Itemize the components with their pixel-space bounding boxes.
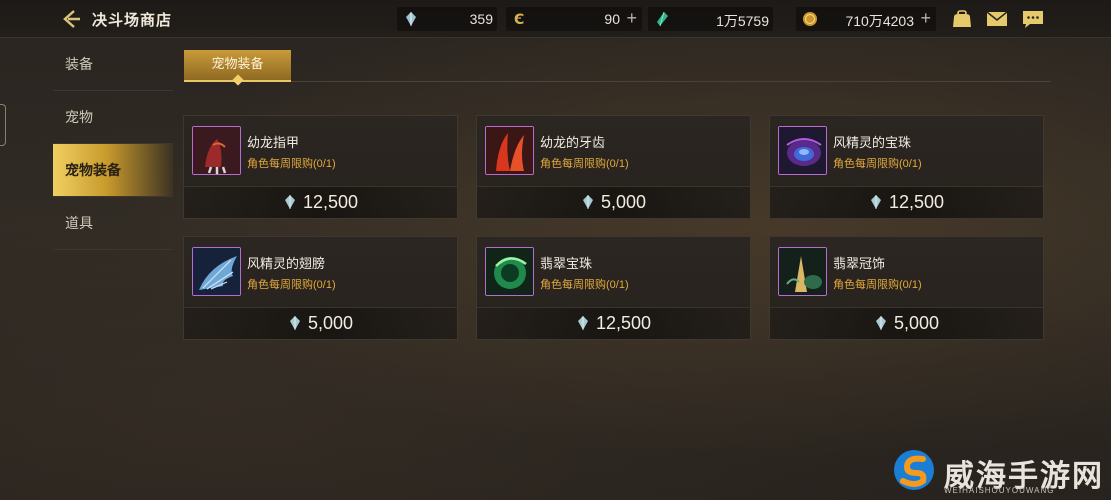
item-thumbnail (192, 247, 241, 296)
sidebar-item-pet[interactable]: 宠物 (53, 91, 173, 144)
purchase-limit: 角色每周限购(0/1) (247, 158, 336, 170)
green-gem-icon (657, 11, 668, 27)
currency-green-gem: 1万5759 (648, 7, 773, 31)
subtab-divider (184, 81, 1051, 82)
currency-value: 90 (604, 11, 620, 27)
sidebar-item-label: 宠物装备 (65, 162, 121, 178)
add-coin-button[interactable]: + (626, 8, 637, 29)
item-name: 翡翠宝珠 (540, 256, 593, 271)
top-bar: 决斗场商店 359 C 90 + 1万5759 710万4203 + (0, 0, 1111, 38)
sidebar-item-label: 装备 (65, 56, 93, 72)
currency-value: 359 (469, 11, 493, 27)
item-thumbnail (485, 247, 534, 296)
jade-orb-icon (486, 248, 533, 295)
price-value: 5,000 (893, 313, 940, 333)
coin-c-icon: C (514, 12, 524, 27)
purchase-limit: 角色每周限购(0/1) (833, 158, 922, 170)
shop-item-card[interactable]: 风精灵的翅膀 角色每周限购(0/1) 5,000 (183, 236, 458, 340)
crystal-icon (284, 195, 295, 209)
sidebar-item-label: 道具 (65, 215, 93, 231)
item-price[interactable]: 12,500 (477, 307, 750, 339)
crystal-icon (870, 195, 881, 209)
purchase-limit: 角色每周限购(0/1) (247, 279, 336, 291)
bag-icon[interactable] (950, 8, 974, 30)
crystal-icon (406, 12, 416, 26)
sidebar-item-equipment[interactable]: 装备 (53, 38, 173, 91)
mail-icon[interactable] (985, 8, 1009, 30)
wind-orb-icon (779, 127, 826, 174)
item-price[interactable]: 5,000 (477, 186, 750, 218)
jade-crown-icon (779, 248, 826, 295)
price-value: 5,000 (600, 192, 647, 212)
crystal-icon (875, 316, 886, 330)
dragon-tooth-icon (486, 127, 533, 174)
sidebar-item-pet-equipment[interactable]: 宠物装备 (53, 144, 173, 197)
side-drawer-handle[interactable] (0, 104, 6, 146)
crystal-icon (289, 316, 300, 330)
item-name: 风精灵的翅膀 (247, 256, 326, 271)
back-arrow-icon[interactable] (60, 8, 82, 30)
item-name: 翡翠冠饰 (833, 256, 886, 271)
price-value: 12,500 (595, 313, 652, 333)
sidebar-item-items[interactable]: 道具 (53, 197, 173, 250)
currency-crystal: 359 (397, 7, 497, 31)
purchase-limit: 角色每周限购(0/1) (540, 158, 629, 170)
shop-item-card[interactable]: 翡翠冠饰 角色每周限购(0/1) 5,000 (769, 236, 1044, 340)
price-value: 5,000 (307, 313, 354, 333)
currency-coin-c: C 90 + (506, 7, 642, 31)
add-gold-button[interactable]: + (920, 8, 931, 29)
wind-wing-icon (193, 248, 240, 295)
item-price[interactable]: 12,500 (184, 186, 457, 218)
sidebar-item-label: 宠物 (65, 109, 93, 125)
price-value: 12,500 (302, 192, 359, 212)
chat-icon[interactable] (1021, 8, 1045, 30)
item-price[interactable]: 5,000 (770, 307, 1043, 339)
crystal-icon (577, 316, 588, 330)
item-thumbnail (778, 126, 827, 175)
currency-value: 1万5759 (716, 13, 769, 29)
shop-item-card[interactable]: 风精灵的宝珠 角色每周限购(0/1) 12,500 (769, 115, 1044, 219)
item-price[interactable]: 12,500 (770, 186, 1043, 218)
item-name: 风精灵的宝珠 (833, 135, 912, 150)
gold-coin-icon (803, 12, 817, 26)
item-name: 幼龙的牙齿 (540, 135, 606, 150)
shop-item-card[interactable]: 翡翠宝珠 角色每周限购(0/1) 12,500 (476, 236, 751, 340)
svg-text:C: C (514, 12, 524, 27)
page-title: 决斗场商店 (92, 12, 173, 29)
price-value: 12,500 (888, 192, 945, 212)
item-thumbnail (485, 126, 534, 175)
shop-item-card[interactable]: 幼龙的牙齿 角色每周限购(0/1) 5,000 (476, 115, 751, 219)
item-price[interactable]: 5,000 (184, 307, 457, 339)
purchase-limit: 角色每周限购(0/1) (540, 279, 629, 291)
shop-item-card[interactable]: 幼龙指甲 角色每周限购(0/1) 12,500 (183, 115, 458, 219)
watermark-subtext: WEIHAISHOUYOUWANG (944, 486, 1055, 495)
dragon-claw-icon (193, 127, 240, 174)
currency-value: 710万4203 (845, 13, 914, 29)
watermark-logo-icon (894, 450, 934, 490)
purchase-limit: 角色每周限购(0/1) (833, 279, 922, 291)
sidebar: 装备 宠物 宠物装备 道具 (53, 38, 173, 250)
currency-gold: 710万4203 + (796, 7, 936, 31)
item-name: 幼龙指甲 (247, 135, 300, 150)
item-thumbnail (778, 247, 827, 296)
crystal-icon (582, 195, 593, 209)
item-thumbnail (192, 126, 241, 175)
